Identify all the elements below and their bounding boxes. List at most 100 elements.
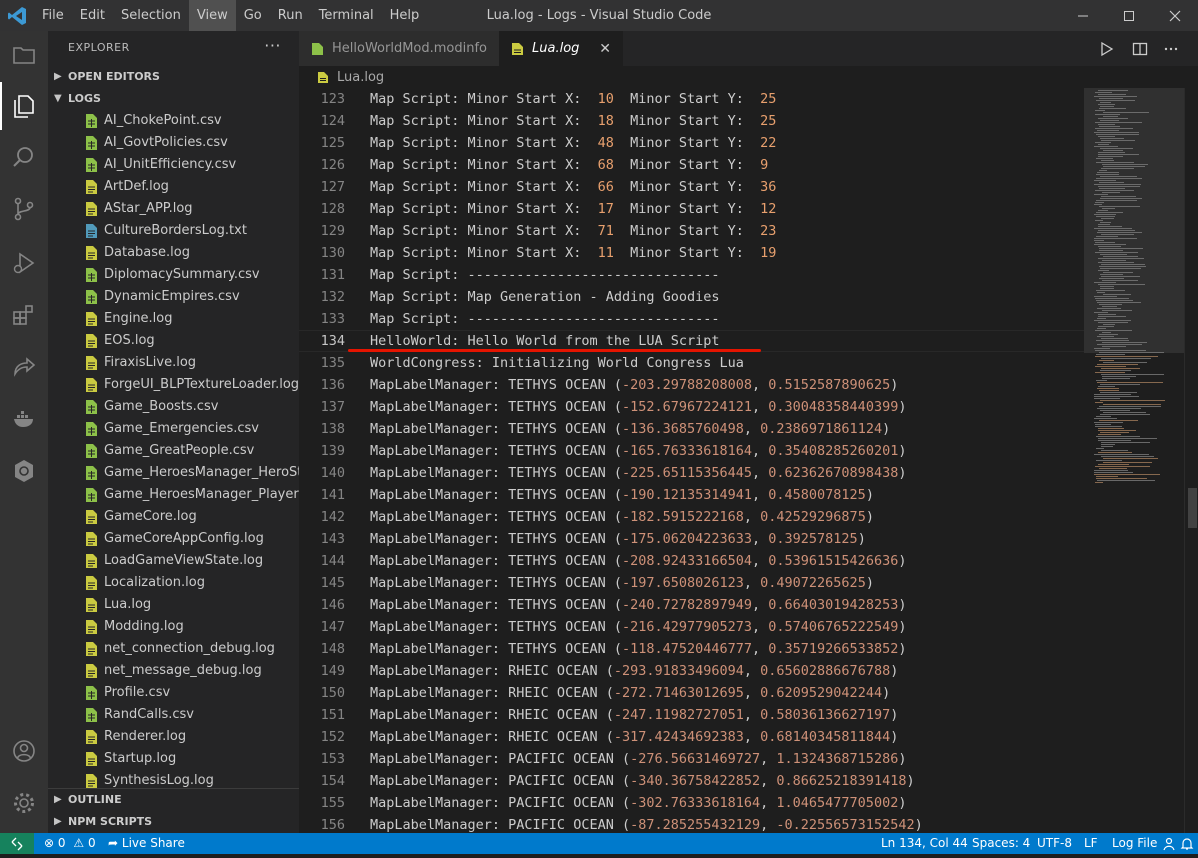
code-line[interactable]: 130 Map Script: Minor Start X: 11 Minor S…: [299, 242, 1084, 264]
file-item[interactable]: Game_GreatPeople.csv: [48, 440, 299, 462]
code-line[interactable]: 141 MapLabelManager: TETHYS OCEAN (-190.1…: [299, 484, 1084, 506]
file-item[interactable]: LoadGameViewState.log: [48, 550, 299, 572]
file-item[interactable]: net_message_debug.log: [48, 660, 299, 682]
file-item[interactable]: Game_HeroesManager_HeroSta...: [48, 462, 299, 484]
code-line[interactable]: 154 MapLabelManager: PACIFIC OCEAN (-340.…: [299, 770, 1084, 792]
open-editors-section[interactable]: ▶ OPEN EDITORS: [48, 66, 299, 88]
language-mode[interactable]: Log File: [1112, 833, 1157, 854]
file-item[interactable]: GameCoreAppConfig.log: [48, 528, 299, 550]
code-line[interactable]: 132 Map Script: Map Generation - Adding G…: [299, 286, 1084, 308]
menu-run[interactable]: Run: [270, 0, 311, 31]
code-line[interactable]: 142 MapLabelManager: TETHYS OCEAN (-182.5…: [299, 506, 1084, 528]
code-line[interactable]: 152 MapLabelManager: RHEIC OCEAN (-317.42…: [299, 726, 1084, 748]
encoding[interactable]: UTF-8: [1037, 833, 1072, 854]
code-line[interactable]: 126 Map Script: Minor Start X: 68 Minor S…: [299, 154, 1084, 176]
cursor-position[interactable]: Ln 134, Col 44: [881, 833, 968, 854]
live-share-icon[interactable]: [0, 343, 48, 391]
file-item[interactable]: Database.log: [48, 242, 299, 264]
file-item[interactable]: ForgeUI_BLPTextureLoader.log: [48, 374, 299, 396]
vertical-scrollbar[interactable]: [1184, 88, 1198, 833]
file-item[interactable]: Modding.log: [48, 616, 299, 638]
code-line[interactable]: 131 Map Script: -------------------------…: [299, 264, 1084, 286]
menu-edit[interactable]: Edit: [72, 0, 113, 31]
close-window-button[interactable]: [1152, 0, 1198, 31]
code-line[interactable]: 148 MapLabelManager: TETHYS OCEAN (-118.4…: [299, 638, 1084, 660]
code-line[interactable]: 136 MapLabelManager: TETHYS OCEAN (-203.2…: [299, 374, 1084, 396]
settings-gear-icon[interactable]: [0, 779, 48, 827]
file-item[interactable]: Game_HeroesManager_PlayerSt...: [48, 484, 299, 506]
file-item[interactable]: EOS.log: [48, 330, 299, 352]
file-item[interactable]: Game_Emergencies.csv: [48, 418, 299, 440]
file-item[interactable]: Game_Boosts.csv: [48, 396, 299, 418]
notifications-button[interactable]: [1180, 833, 1194, 854]
run-debug-icon[interactable]: [0, 239, 48, 287]
remote-button[interactable]: [0, 833, 34, 854]
tab-lua-log[interactable]: Lua.log ✕: [499, 31, 623, 66]
code-line[interactable]: 146 MapLabelManager: TETHYS OCEAN (-240.7…: [299, 594, 1084, 616]
logs-folder-section[interactable]: ▼ LOGS: [48, 88, 299, 110]
menu-view[interactable]: View: [188, 0, 236, 31]
code-line[interactable]: 140 MapLabelManager: TETHYS OCEAN (-225.6…: [299, 462, 1084, 484]
file-item[interactable]: AI_UnitEfficiency.csv: [48, 154, 299, 176]
code-line[interactable]: 149 MapLabelManager: RHEIC OCEAN (-293.91…: [299, 660, 1084, 682]
problems-indicator[interactable]: ⊗ 0 ⚠ 0: [44, 833, 96, 854]
file-item[interactable]: AStar_APP.log: [48, 198, 299, 220]
menu-terminal[interactable]: Terminal: [311, 0, 382, 31]
code-editor[interactable]: 123 Map Script: Minor Start X: 10 Minor S…: [299, 88, 1084, 833]
search-icon[interactable]: [0, 133, 48, 181]
code-line[interactable]: 125 Map Script: Minor Start X: 48 Minor S…: [299, 132, 1084, 154]
code-line[interactable]: 153 MapLabelManager: PACIFIC OCEAN (-276.…: [299, 748, 1084, 770]
code-line[interactable]: 128 Map Script: Minor Start X: 17 Minor S…: [299, 198, 1084, 220]
file-item[interactable]: Localization.log: [48, 572, 299, 594]
outline-section[interactable]: ▶ OUTLINE: [48, 789, 299, 811]
file-item[interactable]: net_connection_debug.log: [48, 638, 299, 660]
file-item[interactable]: DiplomacySummary.csv: [48, 264, 299, 286]
extensions-icon[interactable]: [0, 291, 48, 339]
file-item[interactable]: Profile.csv: [48, 682, 299, 704]
file-item[interactable]: RandCalls.csv: [48, 704, 299, 726]
docker-icon[interactable]: [0, 395, 48, 443]
file-item[interactable]: Engine.log: [48, 308, 299, 330]
menu-selection[interactable]: Selection: [113, 0, 189, 31]
npm-scripts-section[interactable]: ▶ NPM SCRIPTS: [48, 811, 299, 833]
more-actions-icon[interactable]: ···: [264, 31, 281, 62]
minimize-button[interactable]: [1060, 0, 1106, 31]
code-line[interactable]: 138 MapLabelManager: TETHYS OCEAN (-136.3…: [299, 418, 1084, 440]
file-item[interactable]: Startup.log: [48, 748, 299, 770]
code-line[interactable]: 156 MapLabelManager: PACIFIC OCEAN (-87.2…: [299, 814, 1084, 833]
accounts-icon[interactable]: [0, 727, 48, 775]
code-line[interactable]: 155 MapLabelManager: PACIFIC OCEAN (-302.…: [299, 792, 1084, 814]
code-line[interactable]: 147 MapLabelManager: TETHYS OCEAN (-216.4…: [299, 616, 1084, 638]
code-line[interactable]: 137 MapLabelManager: TETHYS OCEAN (-152.6…: [299, 396, 1084, 418]
code-line[interactable]: 145 MapLabelManager: TETHYS OCEAN (-197.6…: [299, 572, 1084, 594]
code-line[interactable]: 129 Map Script: Minor Start X: 71 Minor S…: [299, 220, 1084, 242]
run-button[interactable]: [1092, 31, 1122, 66]
menu-file[interactable]: File: [34, 0, 72, 31]
code-line[interactable]: 123 Map Script: Minor Start X: 10 Minor S…: [299, 88, 1084, 110]
files-icon[interactable]: [0, 82, 48, 130]
code-line[interactable]: 127 Map Script: Minor Start X: 66 Minor S…: [299, 176, 1084, 198]
breadcrumb[interactable]: Lua.log: [299, 66, 1198, 88]
file-item[interactable]: FiraxisLive.log: [48, 352, 299, 374]
code-line[interactable]: 139 MapLabelManager: TETHYS OCEAN (-165.7…: [299, 440, 1084, 462]
file-item[interactable]: Lua.log: [48, 594, 299, 616]
file-item[interactable]: GameCore.log: [48, 506, 299, 528]
tab-helloworldmod-modinfo[interactable]: HelloWorldMod.modinfo: [299, 31, 499, 66]
code-line[interactable]: 150 MapLabelManager: RHEIC OCEAN (-272.71…: [299, 682, 1084, 704]
breadcrumb-file[interactable]: Lua.log: [337, 70, 384, 85]
maximize-button[interactable]: [1106, 0, 1152, 31]
split-editor-button[interactable]: [1125, 31, 1155, 66]
code-line[interactable]: 133 Map Script: -------------------------…: [299, 308, 1084, 330]
code-line[interactable]: 124 Map Script: Minor Start X: 18 Minor S…: [299, 110, 1084, 132]
more-actions-button[interactable]: [1156, 31, 1186, 66]
menu-help[interactable]: Help: [382, 0, 428, 31]
file-item[interactable]: AI_ChokePoint.csv: [48, 110, 299, 132]
minimap[interactable]: [1084, 88, 1184, 833]
file-item[interactable]: CultureBordersLog.txt: [48, 220, 299, 242]
source-control-icon[interactable]: [0, 185, 48, 233]
file-item[interactable]: AI_GovtPolicies.csv: [48, 132, 299, 154]
feedback-button[interactable]: [1162, 833, 1176, 854]
indentation[interactable]: Spaces: 4: [972, 833, 1030, 854]
file-item[interactable]: Renderer.log: [48, 726, 299, 748]
file-item[interactable]: DynamicEmpires.csv: [48, 286, 299, 308]
